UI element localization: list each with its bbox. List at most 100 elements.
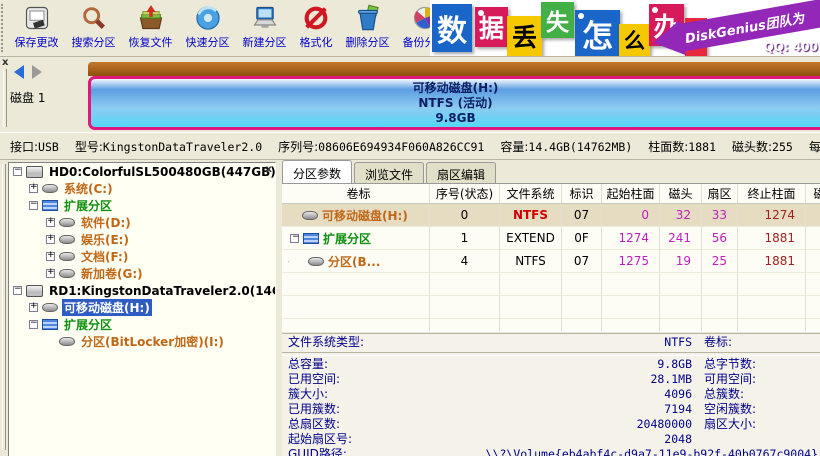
detail-label: 卷标: bbox=[704, 334, 732, 351]
tree-item-docs-f[interactable]: 文档(F:) bbox=[9, 248, 275, 265]
table-row[interactable]: 扩展分区 1 EXTEND 0F 1274 241 56 1881 bbox=[282, 227, 820, 250]
expand-icon[interactable] bbox=[29, 303, 38, 312]
volume-icon bbox=[59, 252, 75, 261]
collapse-icon[interactable] bbox=[13, 286, 22, 295]
partition-bar-h[interactable]: 可移动磁盘(H:) NTFS (活动) 9.8GB bbox=[88, 76, 820, 130]
info-label: 型号: bbox=[75, 140, 103, 154]
tab-strip: 分区参数 浏览文件 扇区编辑 bbox=[282, 162, 820, 183]
tree-item-system-c[interactable]: 系统(C:) bbox=[9, 180, 275, 197]
volume-icon bbox=[42, 303, 58, 312]
delete-partition-button[interactable]: 删除分区 bbox=[339, 0, 396, 56]
detail-value: 20480000 bbox=[637, 417, 692, 432]
info-label: 接口: bbox=[10, 140, 38, 154]
format-button[interactable]: 格式化 bbox=[293, 0, 339, 56]
volume-icon bbox=[59, 235, 75, 244]
col-filesystem[interactable]: 文件系统 bbox=[500, 184, 562, 203]
recover-files-button[interactable]: 恢复文件 bbox=[122, 0, 179, 56]
collapse-icon[interactable] bbox=[29, 320, 38, 329]
disk-header-bar[interactable] bbox=[88, 62, 820, 76]
info-value: 1881 bbox=[688, 140, 716, 154]
banner-tile: 么 bbox=[619, 24, 650, 56]
col-start-cyl[interactable]: 起始柱面 bbox=[602, 184, 660, 203]
col-start-head[interactable]: 磁头 bbox=[660, 184, 702, 203]
col-id[interactable]: 标识 bbox=[562, 184, 602, 203]
tree-panel: x HD0:ColorfulSL500480GB(447GB) 系统(C:) 扩… bbox=[0, 160, 278, 456]
tree-item-bitlocker-i[interactable]: 分区(BitLocker加密)(I:) bbox=[9, 333, 275, 350]
hdd-icon bbox=[26, 285, 43, 297]
extended-partition-icon bbox=[303, 233, 319, 244]
col-end-head[interactable]: 磁头 bbox=[806, 184, 820, 203]
collapse-icon[interactable] bbox=[290, 234, 299, 243]
table-row[interactable]: 可移动磁盘(H:) 0 NTFS 07 0 32 33 1274 bbox=[282, 204, 820, 227]
tab-partition-params[interactable]: 分区参数 bbox=[282, 160, 352, 183]
tree-item-software-d[interactable]: 软件(D:) bbox=[9, 214, 275, 231]
detail-value: 9.8GB bbox=[657, 357, 692, 372]
extended-partition-icon bbox=[42, 200, 58, 211]
new-partition-button[interactable]: 新建分区 bbox=[236, 0, 293, 56]
detail-label: 可用空间: bbox=[704, 372, 756, 387]
tree-item-media-e[interactable]: 娱乐(E:) bbox=[9, 231, 275, 248]
table-header-row: 卷标 序号(状态) 文件系统 标识 起始柱面 磁头 扇区 终止柱面 磁头 bbox=[282, 184, 820, 204]
toolbar-grip[interactable] bbox=[1, 4, 7, 52]
toolbar: 保存更改 搜索分区 恢复文件 快速分区 新建分区 格式化 删除分区 备份分区 bbox=[0, 0, 820, 57]
search-partition-button[interactable]: 搜索分区 bbox=[65, 0, 122, 56]
volume-icon bbox=[59, 269, 75, 278]
info-label: 容量: bbox=[500, 140, 528, 154]
delete-partition-icon bbox=[354, 4, 382, 32]
detail-label: GUID路径: bbox=[288, 447, 347, 456]
tree-item-newvol-g[interactable]: 新加卷(G:) bbox=[9, 265, 275, 282]
partition-name: 可移动磁盘(H:) bbox=[413, 81, 499, 96]
panel-grip[interactable] bbox=[2, 164, 6, 450]
toolbar-button-label: 快速分区 bbox=[186, 34, 230, 50]
expand-icon[interactable] bbox=[46, 235, 55, 244]
tree-item-hd0[interactable]: HD0:ColorfulSL500480GB(447GB) bbox=[9, 163, 275, 180]
volume-icon bbox=[302, 211, 318, 220]
toolbar-button-label: 删除分区 bbox=[346, 34, 390, 50]
expand-icon[interactable] bbox=[46, 252, 55, 261]
toolbar-button-label: 格式化 bbox=[300, 34, 333, 50]
save-changes-button[interactable]: 保存更改 bbox=[8, 0, 65, 56]
tree-item-extended[interactable]: 扩展分区 bbox=[9, 197, 275, 214]
expand-icon[interactable] bbox=[46, 269, 55, 278]
detail-value: 2048 bbox=[664, 432, 692, 447]
col-volume-label[interactable]: 卷标 bbox=[282, 184, 430, 203]
tab-sector-edit[interactable]: 扇区编辑 bbox=[426, 162, 496, 183]
right-panel: 分区参数 浏览文件 扇区编辑 卷标 序号(状态) 文件系统 标识 起始柱面 磁头… bbox=[282, 160, 820, 456]
detail-label: 总字节数: bbox=[704, 357, 756, 372]
info-value: 14.4GB(14762MB) bbox=[528, 140, 632, 154]
save-icon bbox=[23, 4, 51, 32]
detail-label: 空闲簇数: bbox=[704, 402, 756, 417]
panel-grip[interactable] bbox=[3, 69, 7, 127]
detail-value: \\?\Volume{eb4abf4c-d9a7-11e9-b92f-40b07… bbox=[486, 447, 818, 456]
info-value: USB bbox=[38, 140, 59, 154]
col-start-sector[interactable]: 扇区 bbox=[702, 184, 738, 203]
toolbar-button-label: 新建分区 bbox=[243, 34, 287, 50]
close-icon[interactable]: x bbox=[266, 164, 272, 175]
close-icon[interactable]: x bbox=[2, 57, 8, 68]
tree-item-removable-h[interactable]: 可移动磁盘(H:) bbox=[9, 299, 275, 316]
next-disk-icon[interactable] bbox=[32, 65, 42, 79]
collapse-icon[interactable] bbox=[29, 201, 38, 210]
ad-banner[interactable]: 数 据 丢 失 怎 么 办 ! DiskGenius团队为 QQ: 400 bbox=[430, 0, 820, 56]
prev-disk-icon[interactable] bbox=[14, 65, 24, 79]
detail-value: NTFS bbox=[664, 334, 692, 351]
table-row[interactable]: 分区(B... 4 NTFS 07 1275 19 25 1881 bbox=[282, 250, 820, 273]
col-end-cyl[interactable]: 终止柱面 bbox=[738, 184, 806, 203]
expand-icon[interactable] bbox=[29, 184, 38, 193]
disk-info-bar: 接口:USB 型号:KingstonDataTraveler2.0 序列号:08… bbox=[0, 132, 820, 160]
tree-item-extended-2[interactable]: 扩展分区 bbox=[9, 316, 275, 333]
expand-icon[interactable] bbox=[46, 218, 55, 227]
detail-value: 7194 bbox=[664, 402, 692, 417]
detail-label: 总容量: bbox=[288, 357, 328, 372]
info-value: 255 bbox=[772, 140, 793, 154]
info-label: 每道扇区数: bbox=[809, 140, 820, 154]
info-label: 序列号: bbox=[278, 140, 318, 154]
partition-table: 卷标 序号(状态) 文件系统 标识 起始柱面 磁头 扇区 终止柱面 磁头 可移动… bbox=[282, 183, 820, 331]
col-index-status[interactable]: 序号(状态) bbox=[430, 184, 500, 203]
tab-browse-files[interactable]: 浏览文件 bbox=[354, 162, 424, 183]
new-partition-icon bbox=[251, 4, 279, 32]
banner-tile: 据 bbox=[475, 7, 508, 47]
collapse-icon[interactable] bbox=[13, 167, 22, 176]
tree-item-rd1[interactable]: RD1:KingstonDataTraveler2.0(14GB bbox=[9, 282, 275, 299]
quick-partition-button[interactable]: 快速分区 bbox=[179, 0, 236, 56]
